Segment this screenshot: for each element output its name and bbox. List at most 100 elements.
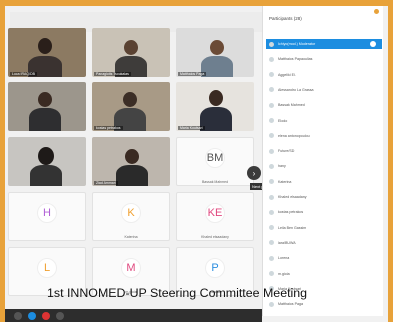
participant-row[interactable]: lara/BUWA [266,238,382,248]
video-tile[interactable] [8,137,86,186]
microphone-icon[interactable] [14,312,22,320]
initials-avatar: P [205,257,225,278]
participant-name: Khaled elsaadany [278,195,307,199]
participant-avatar [269,209,274,215]
avatar-tile[interactable]: K Katerina [92,192,170,241]
participant-name: elena antonopoulou [278,133,310,138]
tile-name: Ziad Ammari [94,181,118,185]
participant-name: hany [278,164,286,169]
participant-row[interactable]: Katerina [266,177,382,187]
participant-row[interactable]: Future/SD [266,146,382,156]
video-tile[interactable] [8,82,86,131]
participant-name: Aggeliki El. [278,72,296,77]
participant-name: Ichiyo(mod.) Moderator [278,42,316,46]
avatar-initials: L [43,261,51,274]
initials-avatar: L [37,257,57,278]
participants-panel: Participants (28) Ichiyo(mod.) Moderator… [262,6,383,316]
participant-row[interactable]: Matthaios Paga [266,299,382,309]
participant-row[interactable]: Leila Ben Gassim [266,223,382,233]
video-tile[interactable]: kostas petrakos [92,82,170,131]
avatar-initials: KE [207,206,223,219]
participant-avatar [269,271,274,276]
avatar-initials: K [127,206,135,219]
more-options-icon[interactable] [370,41,376,47]
participant-row[interactable]: Alessandro La Grassa [266,85,382,95]
participant-name: Alessandro La Grassa [278,87,314,92]
tile-name: Katerina [124,235,138,239]
screen-share-icon[interactable] [56,312,64,320]
slide-frame: Luca IRAQ/DB Panagiotis Tsoukalas Mattha… [0,0,393,322]
participant-row[interactable]: hany [266,161,382,171]
participant-name: Matthaios Paga [278,302,303,307]
video-tile[interactable]: Luca IRAQ/DB [8,28,86,77]
participants-title: Participants (28) [269,16,302,21]
participant-row[interactable]: m.gioia [266,269,382,279]
participant-name: Elodo [278,118,288,123]
participant-row[interactable]: Ichiyo(mod.) Moderator [266,39,382,49]
tile-name: kostas petrakos [94,126,123,130]
participant-name: m.gioia [278,271,290,276]
next-page-button[interactable]: › [247,166,261,180]
participant-avatar [269,102,274,108]
video-tile[interactable]: Panagiotis Tsoukalas [92,28,170,77]
participant-avatar [269,163,274,169]
participant-figure [114,147,152,186]
participant-avatar [269,255,274,261]
participant-name: Bassak Mahmed [278,103,305,108]
tile-name: Bassak Mahmed [201,180,229,184]
tile-name: Khaled elsaadany [201,235,229,239]
avatar-tile[interactable]: BM Bassak Mahmed [176,137,254,186]
avatar-initials: P [211,261,219,274]
participant-row[interactable]: Khaled elsaadany [266,192,382,202]
participant-avatar [269,56,274,62]
participant-avatar [269,194,274,200]
tile-name: Matthaios Paga [178,72,207,76]
participant-name: Lorena [278,256,290,261]
initials-avatar: M [121,257,141,278]
avatar-initials: BM [206,151,224,164]
participant-avatar [269,179,274,185]
participant-avatar [269,301,274,307]
participant-avatar [269,118,274,123]
participant-row[interactable]: Bassak Mahmed [266,100,382,110]
participant-row[interactable]: Matthaios Papaoulias [266,54,382,64]
participant-row[interactable]: Elodo [266,116,382,126]
participant-name: Leila Ben Gassim [278,225,307,230]
avatar-tile[interactable]: H [8,192,86,241]
participant-figure [28,145,66,186]
video-grid: Luca IRAQ/DB Panagiotis Tsoukalas Mattha… [8,28,258,316]
camera-icon[interactable] [28,312,36,320]
video-tile[interactable]: Ziad Ammari [92,137,170,186]
participant-avatar [269,225,274,231]
initials-avatar: KE [205,202,225,223]
participant-figure [112,90,150,131]
avatar-tile[interactable]: KE Khaled elsaadany [176,192,254,241]
tile-name: Panagiotis Tsoukalas [94,72,131,76]
video-tile[interactable]: Matthaios Paga [176,28,254,77]
participant-name: Future/SD [278,149,295,154]
close-icon[interactable] [374,9,379,14]
tile-name: Maria Koutsari [178,126,205,130]
participant-row[interactable]: Aggeliki El. [266,70,382,80]
participant-avatar [269,41,274,47]
participant-name: kostas petrakos [278,210,304,215]
avatar-initials: H [43,206,51,219]
participant-figure [198,88,236,131]
hangup-icon[interactable] [42,312,50,320]
participant-figure [26,90,66,131]
initials-avatar: K [121,202,141,223]
participant-row[interactable]: Lorena [266,253,382,263]
initials-avatar: BM [205,147,225,168]
participant-avatar [269,72,274,78]
meeting-caption: 1st INNOMED-UP Steering Committee Meetin… [47,286,308,300]
participant-name: lara/BUWA [278,240,296,245]
participant-name: Katerina [278,179,292,184]
video-tile[interactable]: Maria Koutsari [176,82,254,131]
participant-avatar [269,133,274,139]
participant-row[interactable]: elena antonopoulou [266,131,382,141]
participant-avatar [269,148,274,154]
participant-row[interactable]: kostas petrakos [266,207,382,217]
participant-name: Matthaios Papaoulias [278,57,313,62]
tile-name: Luca IRAQ/DB [10,72,37,76]
participant-avatar [269,87,274,93]
